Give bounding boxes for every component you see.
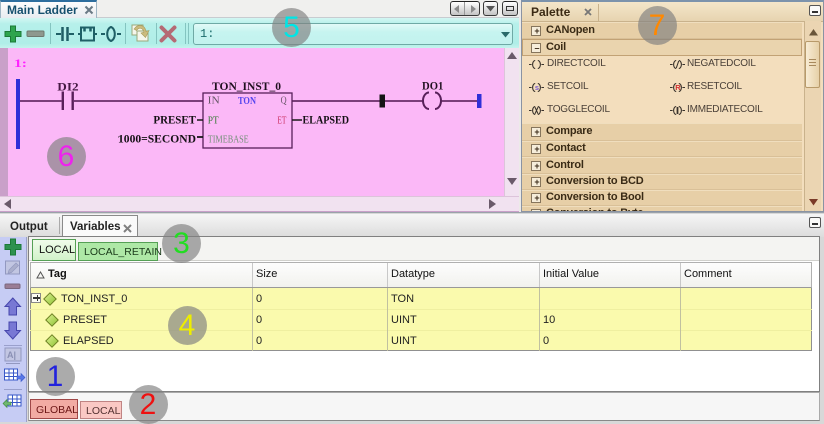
svg-text:TIMEBASE: TIMEBASE: [208, 135, 249, 146]
svg-text:TON: TON: [238, 96, 256, 107]
svg-text:PT: PT: [208, 116, 219, 127]
svg-text:PRESET: PRESET: [153, 112, 196, 126]
svg-text:TON_INST_0: TON_INST_0: [212, 79, 281, 93]
svg-text:1000=SECOND: 1000=SECOND: [118, 131, 196, 145]
svg-text:IN: IN: [208, 96, 220, 107]
svg-text:A|: A|: [7, 350, 16, 360]
svg-text:DO1: DO1: [422, 79, 443, 93]
svg-text:R: R: [675, 83, 681, 92]
svg-text:ET: ET: [277, 116, 286, 127]
svg-text:DI2: DI2: [57, 79, 78, 93]
svg-text:s: s: [535, 83, 539, 92]
svg-text:Q: Q: [281, 96, 288, 107]
svg-text:ELAPSED: ELAPSED: [303, 113, 350, 127]
svg-text:1:: 1:: [14, 56, 27, 70]
